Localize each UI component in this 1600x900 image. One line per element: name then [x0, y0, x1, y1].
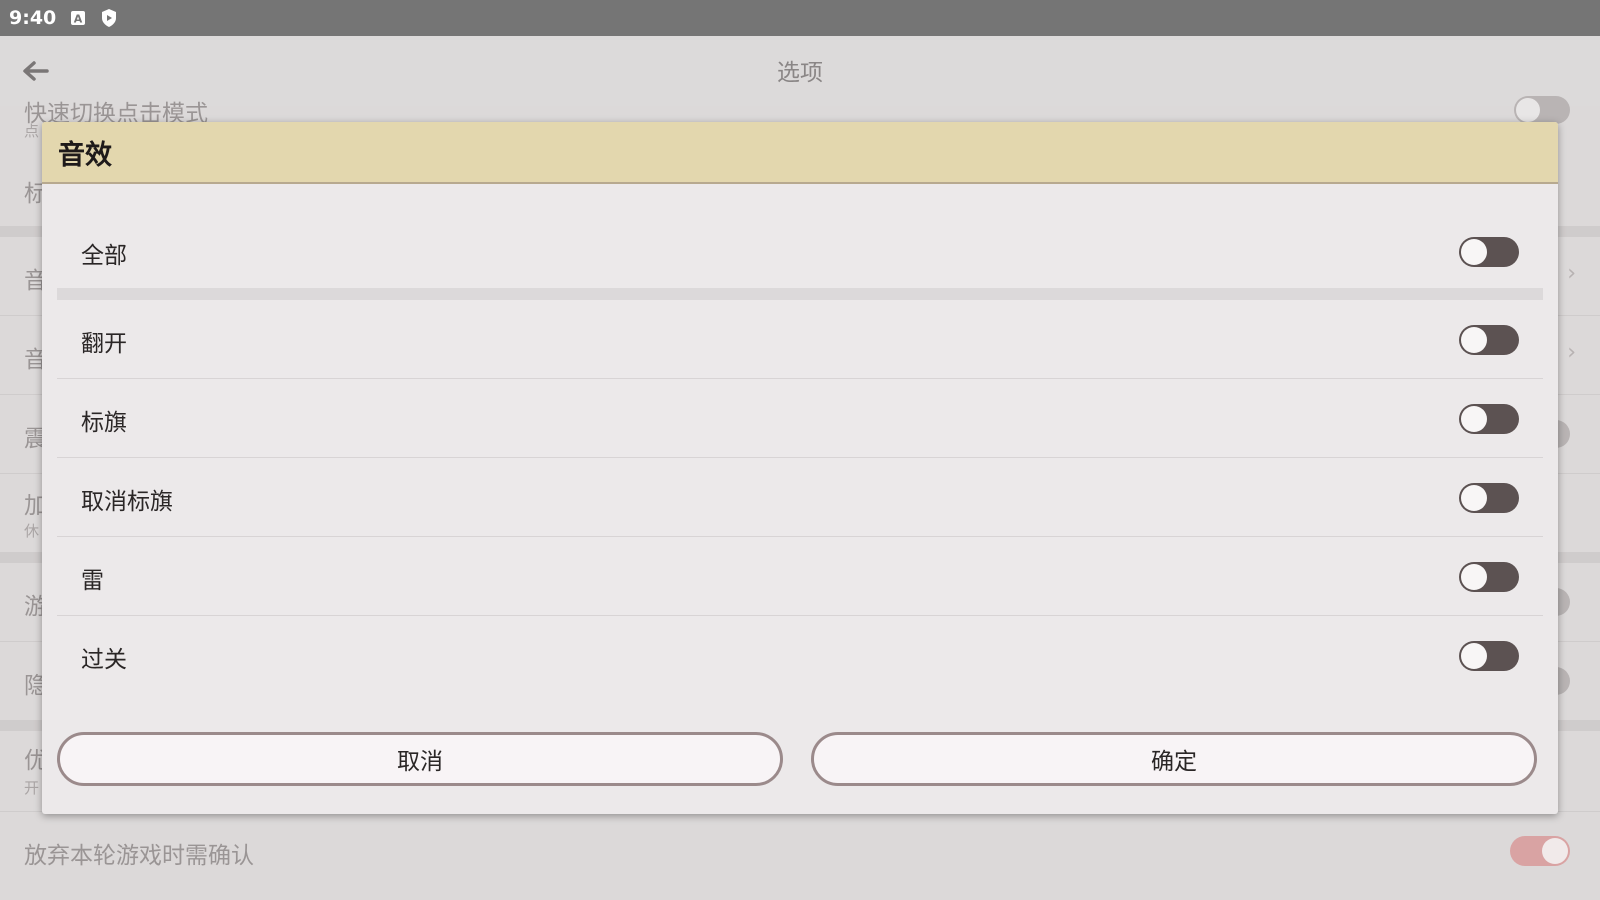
status-bar: 9:40 A: [0, 0, 1600, 36]
chevron-right-icon: ›: [1567, 340, 1576, 365]
option-label: 取消标旗: [81, 489, 173, 515]
toggle-switch-unflag[interactable]: [1459, 483, 1519, 513]
divider: [57, 288, 1543, 300]
toggle-switch-flag[interactable]: [1459, 404, 1519, 434]
ok-button[interactable]: 确定: [811, 732, 1537, 786]
cancel-button[interactable]: 取消: [57, 732, 783, 786]
toggle-knob: [1461, 643, 1487, 669]
option-row-mine[interactable]: 雷: [57, 537, 1543, 616]
toggle-knob: [1461, 406, 1487, 432]
option-row-flag[interactable]: 标旗: [57, 379, 1543, 458]
status-time: 9:40: [9, 7, 57, 29]
toggle-knob: [1461, 485, 1487, 511]
a-box-icon: A: [70, 10, 86, 26]
option-label: 雷: [81, 568, 104, 594]
page-title: 选项: [777, 60, 823, 86]
settings-row-subtitle: 开: [24, 779, 40, 797]
toggle-switch-level-clear[interactable]: [1459, 641, 1519, 671]
toggle-knob: [1461, 327, 1487, 353]
settings-row-subtitle: 休: [24, 522, 40, 540]
toggle-switch-reveal[interactable]: [1459, 325, 1519, 355]
option-row-unflag[interactable]: 取消标旗: [57, 458, 1543, 537]
toggle-switch: [1514, 96, 1570, 124]
toggle-switch-all[interactable]: [1459, 237, 1519, 267]
toggle-knob: [1461, 239, 1487, 265]
sound-effects-dialog: 音效 全部 翻开 标旗 取消标旗 雷 过关 取消 确定: [42, 122, 1558, 814]
dialog-title: 音效: [58, 139, 112, 171]
settings-row-label: 放弃本轮游戏时需确认: [24, 843, 254, 869]
option-label: 翻开: [81, 331, 127, 357]
toggle-switch-mine[interactable]: [1459, 562, 1519, 592]
toggle-switch: [1510, 836, 1570, 866]
chevron-right-icon: ›: [1567, 261, 1576, 286]
app-bar: 选项: [0, 36, 1600, 106]
shield-icon: [100, 8, 118, 28]
option-label: 全部: [81, 243, 127, 269]
toggle-knob: [1461, 564, 1487, 590]
option-row-all[interactable]: 全部: [57, 212, 1543, 290]
settings-row: 放弃本轮游戏时需确认: [0, 812, 1600, 900]
option-label: 标旗: [81, 410, 127, 436]
option-label: 过关: [81, 647, 127, 673]
dialog-header: 音效: [42, 122, 1558, 184]
option-row-reveal[interactable]: 翻开: [57, 300, 1543, 379]
option-row-level-clear[interactable]: 过关: [57, 616, 1543, 694]
settings-row-subtitle: 点: [24, 122, 40, 140]
svg-text:A: A: [74, 13, 83, 26]
